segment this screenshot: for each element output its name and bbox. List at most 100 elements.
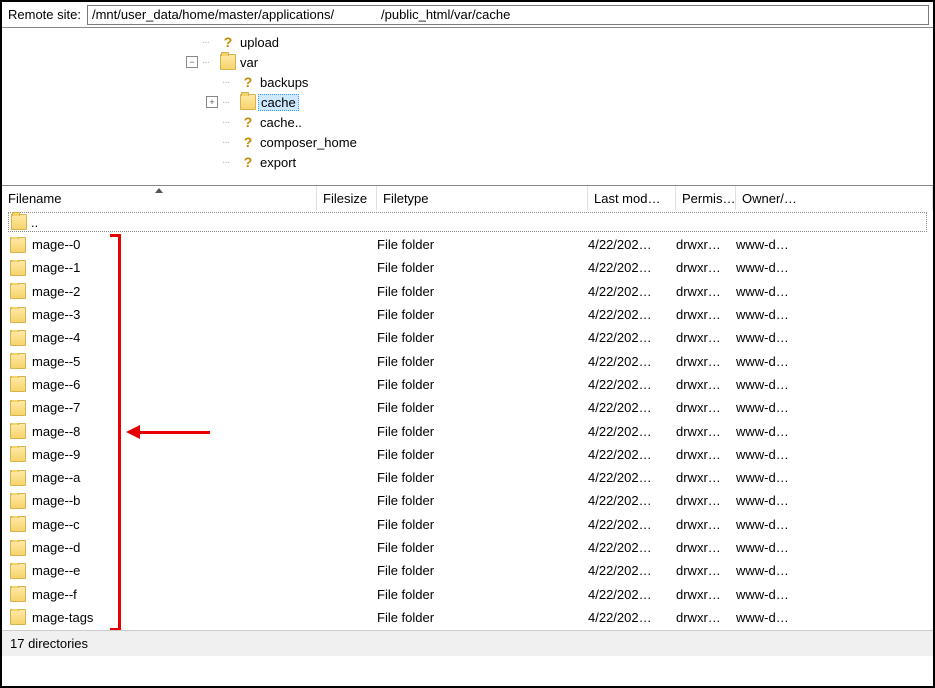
file-name: mage--8 xyxy=(32,424,80,439)
file-modified: 4/22/202… xyxy=(588,470,676,485)
folder-icon xyxy=(10,609,26,625)
file-modified: 4/22/202… xyxy=(588,610,676,625)
folder-icon xyxy=(10,330,26,346)
collapse-icon[interactable]: − xyxy=(186,56,198,68)
tree-node-label: upload xyxy=(238,35,281,50)
file-owner: www-d… xyxy=(736,424,802,439)
list-item[interactable]: mage--aFile folder4/22/202…drwxr…www-d… xyxy=(2,466,933,489)
file-owner: www-d… xyxy=(736,563,802,578)
tree-node[interactable]: ···?backups xyxy=(184,72,933,92)
folder-icon xyxy=(10,493,26,509)
file-modified: 4/22/202… xyxy=(588,284,676,299)
file-owner: www-d… xyxy=(736,354,802,369)
folder-icon xyxy=(10,446,26,462)
col-filetype[interactable]: Filetype xyxy=(377,186,588,210)
file-permissions: drwxr… xyxy=(676,563,736,578)
unknown-icon: ? xyxy=(240,74,256,90)
list-item[interactable]: mage--e File folder4/22/202…drwxr…www-d… xyxy=(2,559,933,582)
list-item[interactable]: mage--7File folder4/22/202…drwxr…www-d… xyxy=(2,396,933,419)
file-type: File folder xyxy=(377,587,588,602)
file-modified: 4/22/202… xyxy=(588,330,676,345)
folder-icon xyxy=(10,540,26,556)
file-permissions: drwxr… xyxy=(676,400,736,415)
file-owner: www-d… xyxy=(736,587,802,602)
file-permissions: drwxr… xyxy=(676,610,736,625)
file-type: File folder xyxy=(377,610,588,625)
file-modified: 4/22/202… xyxy=(588,563,676,578)
list-item[interactable]: mage--5File folder4/22/202…drwxr…www-d… xyxy=(2,349,933,372)
column-headers: Filename Filesize Filetype Last mod… Per… xyxy=(2,186,933,210)
file-name: mage--d xyxy=(32,540,80,555)
tree-node-label: cache.. xyxy=(258,115,304,130)
col-filename[interactable]: Filename xyxy=(2,186,317,210)
list-item[interactable]: mage--fFile folder4/22/202…drwxr…www-d… xyxy=(2,582,933,605)
file-permissions: drwxr… xyxy=(676,284,736,299)
file-permissions: drwxr… xyxy=(676,424,736,439)
file-type: File folder xyxy=(377,284,588,299)
list-item[interactable]: mage--0File folder4/22/202…drwxr…www-d… xyxy=(2,233,933,256)
file-name: mage--b xyxy=(32,493,80,508)
list-item[interactable]: mage-tagsFile folder4/22/202…drwxr…www-d… xyxy=(2,606,933,629)
col-permissions[interactable]: Permis… xyxy=(676,186,736,210)
file-owner: www-d… xyxy=(736,330,802,345)
file-type: File folder xyxy=(377,237,588,252)
file-permissions: drwxr… xyxy=(676,470,736,485)
parent-dir-row[interactable]: .. xyxy=(8,212,927,232)
tree-node[interactable]: −···var xyxy=(184,52,933,72)
file-modified: 4/22/202… xyxy=(588,540,676,555)
list-item[interactable]: mage--dFile folder4/22/202…drwxr…www-d… xyxy=(2,536,933,559)
tree-node[interactable]: ···?cache.. xyxy=(184,112,933,132)
tree-node[interactable]: ···?composer_home xyxy=(184,132,933,152)
file-owner: www-d… xyxy=(736,610,802,625)
file-type: File folder xyxy=(377,447,588,462)
tree-node[interactable]: ···?upload xyxy=(184,32,933,52)
expand-icon[interactable]: + xyxy=(206,96,218,108)
file-name: mage--3 xyxy=(32,307,80,322)
list-item[interactable]: mage--6File folder4/22/202…drwxr…www-d… xyxy=(2,373,933,396)
file-type: File folder xyxy=(377,517,588,532)
list-item[interactable]: mage--9File folder4/22/202…drwxr…www-d… xyxy=(2,443,933,466)
file-modified: 4/22/202… xyxy=(588,354,676,369)
list-item[interactable]: mage--2File folder4/22/202…drwxr…www-d… xyxy=(2,280,933,303)
col-filesize[interactable]: Filesize xyxy=(317,186,377,210)
tree-node-label: export xyxy=(258,155,298,170)
file-name: mage--c xyxy=(32,517,80,532)
folder-icon xyxy=(10,470,26,486)
file-modified: 4/22/202… xyxy=(588,237,676,252)
remote-path-input[interactable] xyxy=(87,5,929,25)
file-permissions: drwxr… xyxy=(676,307,736,322)
list-item[interactable]: mage--bFile folder4/22/202…drwxr…www-d… xyxy=(2,489,933,512)
remote-tree-panel[interactable]: ···?upload−···var···?backups+···cache···… xyxy=(2,28,933,186)
file-permissions: drwxr… xyxy=(676,354,736,369)
folder-icon xyxy=(10,307,26,323)
file-name: mage--9 xyxy=(32,447,80,462)
remote-file-list[interactable]: Filename Filesize Filetype Last mod… Per… xyxy=(2,186,933,656)
file-owner: www-d… xyxy=(736,260,802,275)
folder-icon xyxy=(11,214,27,230)
tree-node[interactable]: +···cache xyxy=(184,92,933,112)
tree-node[interactable]: ···?export xyxy=(184,152,933,172)
list-item[interactable]: mage--8File folder4/22/202…drwxr…www-d… xyxy=(2,419,933,442)
file-modified: 4/22/202… xyxy=(588,493,676,508)
file-modified: 4/22/202… xyxy=(588,517,676,532)
file-name: mage--0 xyxy=(32,237,80,252)
list-item[interactable]: mage--1File folder4/22/202…drwxr…www-d… xyxy=(2,256,933,279)
unknown-icon: ? xyxy=(220,34,236,50)
list-item[interactable]: mage--4File folder4/22/202…drwxr…www-d… xyxy=(2,326,933,349)
file-name: mage--e xyxy=(32,563,80,578)
file-owner: www-d… xyxy=(736,540,802,555)
file-name: mage--7 xyxy=(32,400,80,415)
file-name: mage--4 xyxy=(32,330,80,345)
col-modified[interactable]: Last mod… xyxy=(588,186,676,210)
file-modified: 4/22/202… xyxy=(588,377,676,392)
parent-dir-label: .. xyxy=(31,215,38,230)
col-owner[interactable]: Owner/… xyxy=(736,186,933,210)
file-type: File folder xyxy=(377,493,588,508)
file-type: File folder xyxy=(377,354,588,369)
file-owner: www-d… xyxy=(736,517,802,532)
folder-icon xyxy=(10,563,26,579)
file-type: File folder xyxy=(377,563,588,578)
list-item[interactable]: mage--cFile folder4/22/202…drwxr…www-d… xyxy=(2,513,933,536)
folder-icon xyxy=(10,353,26,369)
list-item[interactable]: mage--3File folder4/22/202…drwxr…www-d… xyxy=(2,303,933,326)
